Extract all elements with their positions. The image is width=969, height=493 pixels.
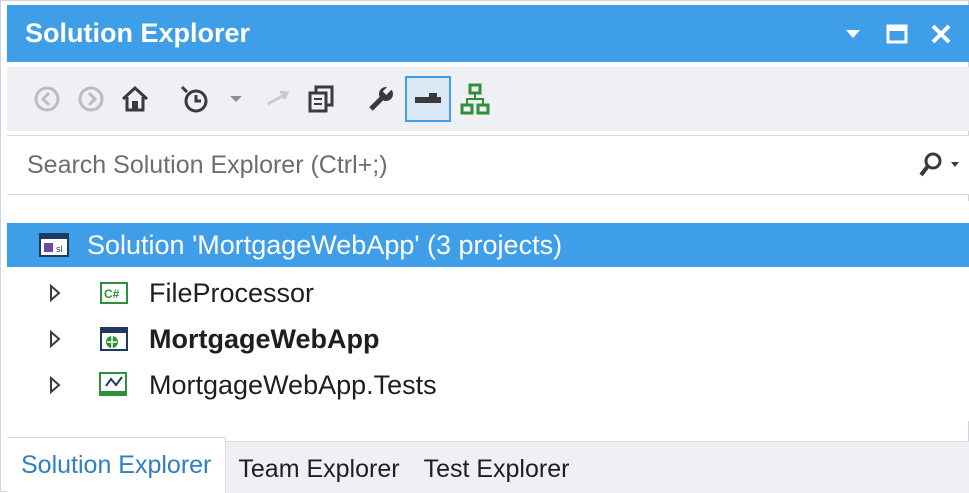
home-icon[interactable]: [115, 76, 155, 122]
forward-icon[interactable]: [71, 76, 111, 122]
web-project-icon: [97, 324, 131, 354]
properties-icon[interactable]: [361, 76, 401, 122]
dropdown-arrow-icon[interactable]: [838, 19, 868, 49]
project-label: FileProcessor: [149, 277, 315, 308]
project-label: MortgageWebApp.Tests: [149, 369, 437, 400]
window-title: Solution Explorer: [25, 18, 251, 48]
expand-arrow-icon[interactable]: [41, 325, 69, 353]
solution-explorer-window: Solution Explorer Search Solution Explor…: [0, 0, 969, 493]
pending-changes-icon[interactable]: [175, 76, 215, 122]
tab-test-explorer[interactable]: Test Explorer: [412, 445, 582, 493]
search-options[interactable]: [908, 136, 969, 194]
project-label: MortgageWebApp: [149, 323, 380, 354]
search-input[interactable]: [7, 136, 908, 194]
csharp-project-icon: C#: [97, 278, 131, 308]
close-icon[interactable]: [926, 19, 956, 49]
svg-text:C#: C#: [104, 287, 120, 301]
title-controls: [838, 19, 969, 49]
tab-team-explorer[interactable]: Team Explorer: [226, 445, 411, 493]
tree-project-node[interactable]: C# FileProcessor: [7, 271, 314, 315]
sync-icon[interactable]: [257, 76, 297, 122]
expand-arrow-icon[interactable]: [41, 371, 69, 399]
back-icon[interactable]: [27, 76, 67, 122]
tab-solution-explorer[interactable]: Solution Explorer: [7, 437, 227, 493]
dropdown-arrow-icon[interactable]: [219, 76, 253, 122]
svg-text:sl: sl: [56, 244, 63, 254]
preview-icon[interactable]: [405, 76, 451, 122]
collapse-all-icon[interactable]: [301, 76, 341, 122]
title-bar: Solution Explorer: [7, 5, 969, 62]
toolbar: [7, 67, 969, 131]
tree-project-node[interactable]: MortgageWebApp: [7, 317, 380, 361]
solution-label: Solution 'MortgageWebApp' (3 projects): [87, 229, 563, 260]
maximize-icon[interactable]: [882, 19, 912, 49]
tree-solution-node[interactable]: sl Solution 'MortgageWebApp' (3 projects…: [7, 223, 969, 267]
tree-project-node[interactable]: MortgageWebApp.Tests: [7, 363, 437, 407]
solution-icon: sl: [37, 230, 71, 260]
expand-arrow-icon[interactable]: [41, 279, 69, 307]
dropdown-arrow-icon[interactable]: [950, 161, 960, 169]
class-view-icon[interactable]: [455, 76, 495, 122]
search-bar: [7, 135, 969, 195]
explorer-tabs: Solution Explorer Team Explorer Test Exp…: [7, 437, 969, 493]
search-icon[interactable]: [918, 151, 944, 179]
test-project-icon: [97, 370, 131, 400]
